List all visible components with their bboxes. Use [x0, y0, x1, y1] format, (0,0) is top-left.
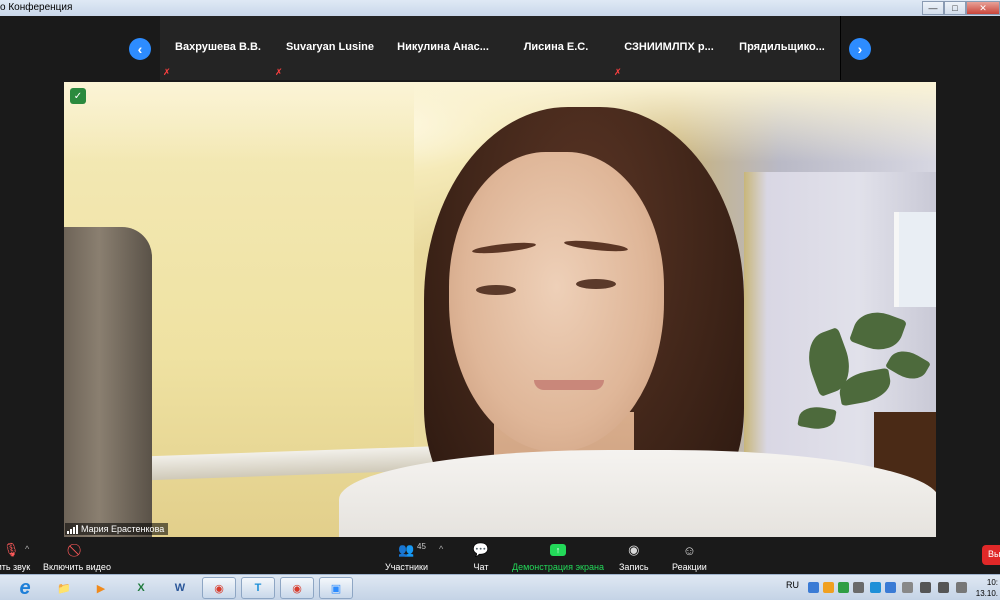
participant-name: Прядильщико...	[739, 41, 825, 53]
tray-app-icon[interactable]	[853, 582, 864, 593]
notification-flag-icon[interactable]	[956, 582, 967, 593]
volume-icon[interactable]	[938, 582, 949, 593]
unmute-label: чить звук	[0, 562, 31, 572]
speaker-shirt	[339, 450, 936, 537]
muted-mic-icon: ✗	[275, 67, 283, 77]
telegram-icon[interactable]: T	[241, 577, 275, 599]
participants-label: Участники	[385, 562, 428, 572]
language-indicator[interactable]: RU	[786, 580, 799, 590]
chrome-profile-icon[interactable]: ◉	[280, 577, 314, 599]
speaker-eye	[576, 279, 616, 289]
start-video-button[interactable]: ⃠ Включить видео	[43, 541, 111, 572]
share-screen-label: Демонстрация экрана	[512, 562, 604, 572]
muted-mic-icon: ✗	[163, 67, 171, 77]
close-button[interactable]: ✕	[966, 1, 1000, 15]
participant-name: СЗНИИМЛПХ р...	[624, 41, 714, 53]
speaker-eye	[476, 285, 516, 295]
maximize-button[interactable]: □	[944, 1, 966, 15]
encryption-shield-icon[interactable]: ✓	[70, 88, 86, 104]
gallery-prev-button[interactable]: ‹	[129, 38, 151, 60]
muted-mic-icon: ✗	[614, 67, 622, 77]
tray-app-icon[interactable]	[870, 582, 881, 593]
file-explorer-icon[interactable]: 📁	[47, 577, 81, 599]
video-background-window	[894, 212, 936, 307]
window-titlebar: о Конференция — □ ✕	[0, 0, 1000, 16]
system-clock[interactable]: 10: 13.10.	[976, 577, 998, 599]
speaker-name: Мария Ерастенкова	[81, 524, 165, 534]
share-screen-button[interactable]: ↑ Демонстрация экрана	[512, 541, 604, 572]
leave-meeting-button[interactable]: Вы	[982, 545, 1000, 565]
participants-icon: 👥	[398, 542, 415, 557]
participant-tile[interactable]: Лисина Е.С.	[498, 16, 615, 80]
participant-tile[interactable]: Никулина Анас...	[385, 16, 502, 80]
internet-explorer-icon[interactable]: e	[8, 577, 42, 599]
record-button[interactable]: ◉ Запись	[619, 541, 649, 572]
tray-app-icon[interactable]	[823, 582, 834, 593]
participant-gallery: ‹ Вахрушева В.В. ✗ Suvaryan Lusine ✗ Ник…	[0, 16, 1000, 80]
participant-name: Suvaryan Lusine	[285, 41, 375, 53]
active-speaker-video[interactable]: ✓ Мария Ерастенкова	[64, 82, 936, 537]
chat-button[interactable]: 💬 Чат	[470, 541, 492, 572]
speaker-face	[449, 152, 664, 452]
windows-taskbar: e 📁 ▶ X W ◉ T ◉ ▣ RU 10: 13.10.	[0, 574, 1000, 600]
speaker-name-label: Мария Ерастенкова	[65, 523, 169, 535]
signal-strength-icon	[67, 524, 78, 534]
chat-label: Чат	[473, 562, 489, 572]
word-icon[interactable]: W	[163, 577, 197, 599]
speaker-mouth	[534, 380, 604, 390]
zoom-icon[interactable]: ▣	[319, 577, 353, 599]
excel-icon[interactable]: X	[124, 577, 158, 599]
tray-app-icon[interactable]	[838, 582, 849, 593]
participant-name: Вахрушева В.В.	[175, 41, 261, 53]
chrome-icon[interactable]: ◉	[202, 577, 236, 599]
participant-tile[interactable]: СЗНИИМЛПХ р... ✗	[611, 16, 728, 80]
participant-tile[interactable]: Suvaryan Lusine ✗	[272, 16, 389, 80]
clock-time: 10:	[986, 578, 998, 587]
video-off-icon: ⃠	[66, 541, 88, 559]
participant-name: Никулина Анас...	[397, 41, 489, 53]
participant-tile[interactable]: Вахрушева В.В. ✗	[160, 16, 277, 80]
participant-tile[interactable]: Прядильщико...	[724, 16, 841, 80]
participant-name: Лисина Е.С.	[523, 41, 589, 53]
meeting-toolbar: 🎙 чить звук ^ ⃠ Включить видео 👥 Участни…	[0, 538, 1000, 574]
chat-icon: 💬	[472, 542, 490, 557]
tray-app-icon[interactable]	[885, 582, 896, 593]
gallery-next-button[interactable]: ›	[849, 38, 871, 60]
participants-options-caret-icon[interactable]: ^	[439, 544, 443, 554]
tray-app-icon[interactable]	[902, 582, 913, 593]
audio-options-caret-icon[interactable]: ^	[25, 544, 29, 554]
reactions-button[interactable]: ☺ Реакции	[672, 541, 707, 573]
reactions-label: Реакции	[672, 562, 707, 572]
window-controls: — □ ✕	[922, 0, 1000, 16]
network-icon[interactable]	[920, 582, 931, 593]
share-screen-icon: ↑	[549, 544, 566, 556]
window-title: о Конференция	[0, 2, 73, 13]
video-background-jacket	[64, 227, 152, 537]
record-label: Запись	[619, 562, 649, 572]
media-player-icon[interactable]: ▶	[84, 577, 118, 599]
muted-microphone-icon: 🎙	[2, 542, 20, 557]
reactions-icon: ☺	[682, 542, 697, 558]
tray-app-icon[interactable]	[808, 582, 819, 593]
minimize-button[interactable]: —	[922, 1, 944, 15]
participants-count: 45	[417, 542, 426, 551]
clock-date: 13.10.	[975, 589, 998, 598]
record-icon: ◉	[628, 542, 640, 557]
start-video-label: Включить видео	[43, 562, 111, 572]
